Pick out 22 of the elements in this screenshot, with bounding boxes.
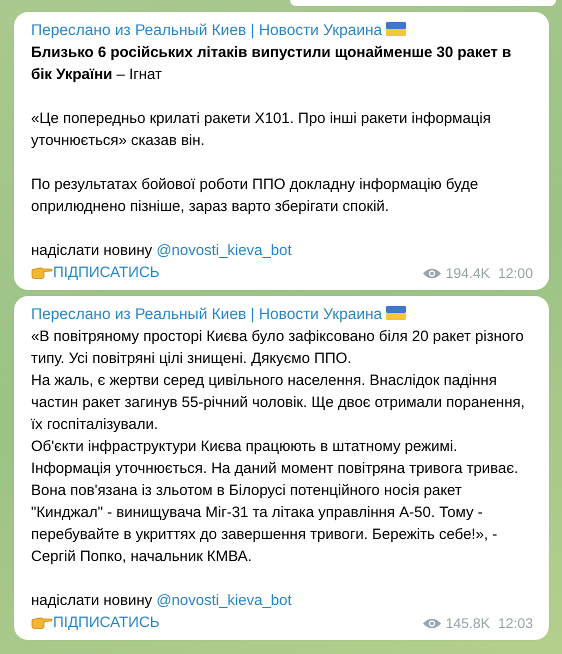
eye-icon bbox=[422, 616, 442, 630]
send-news-label: надіслати новину bbox=[31, 592, 154, 609]
message-text: «В повітряному просторі Києва було зафіксовано біля 20 ракет різного типу. Усі повітряні цілі знищені. Дякуємо ППО. На жаль, є жертви серед цивільного населення. Внаслідок падіння частин ракет загинув 55-річний чоловік. Ще двоє отримали поранення, їх госпіталізували. Об'єкти інфраструктури Києва працюють в штатному режимі. Інформація уточнюється. На даний момент повітряна тривога триває. Вона пов'язана із зльотом в Білорусі потенційного носія ракет "Кинджал" - винищувача Міг-31 та літака управління А-50. Тому - перебувайте в укриттях до завершення тривоги. Бережіть себе!», - Сергій Попко, начальник КМВА. bbox=[31, 327, 526, 567]
message-text: «Це попередньо крилаті ракети Х101. Про інші ракети інформація уточнюється» сказав він. bbox=[31, 109, 492, 151]
subscribe-link[interactable]: ПІДПИСАТИСЬ bbox=[53, 262, 160, 284]
view-count: 194.4K bbox=[446, 264, 490, 283]
eye-icon bbox=[422, 266, 442, 280]
pointing-hand-icon bbox=[31, 266, 53, 280]
message-text: Близько 6 російських літаків випустили щонайменше 30 ракет в бік України – Ігнат bbox=[31, 43, 512, 85]
view-count: 145.8K bbox=[446, 614, 490, 633]
subscribe-link[interactable]: ПІДПИСАТИСЬ bbox=[53, 612, 160, 634]
bot-link[interactable]: @novosti_kieva_bot bbox=[156, 592, 292, 609]
forwarded-from-label[interactable]: Переслано из Реальный Киев | Новости Украина bbox=[31, 22, 382, 39]
message-time: 12:00 bbox=[498, 264, 533, 283]
flag-icon bbox=[386, 306, 406, 320]
pointing-hand-icon bbox=[31, 616, 53, 630]
message-time: 12:03 bbox=[498, 614, 533, 633]
bot-link[interactable]: @novosti_kieva_bot bbox=[156, 242, 292, 259]
flag-icon bbox=[386, 22, 406, 36]
message-text: По результатах бойової роботи ППО докладну інформацію буде оприлюднено пізніше, зараз варто зберігати спокій. bbox=[31, 175, 480, 217]
forwarded-from-label[interactable]: Переслано из Реальный Киев | Новости Украина bbox=[31, 306, 382, 323]
send-news-label: надіслати новину bbox=[31, 242, 154, 259]
